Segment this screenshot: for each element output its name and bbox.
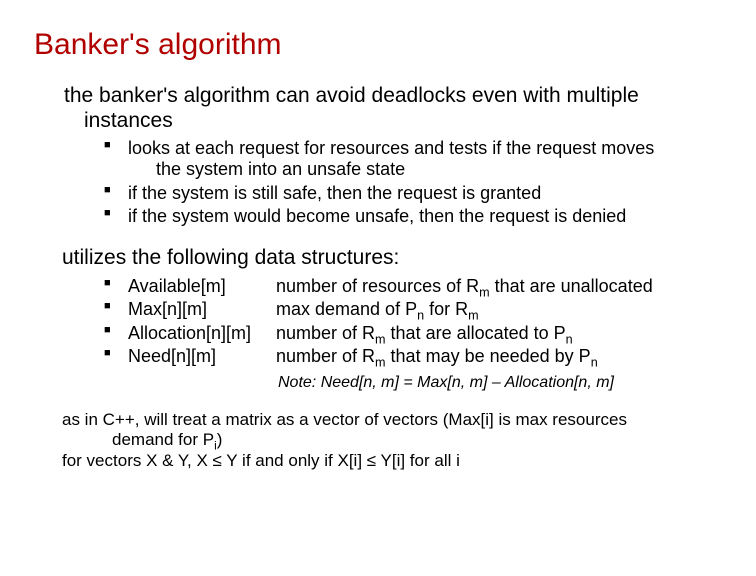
text: ): [217, 430, 223, 449]
ds-item-available: Available[m] number of resources of Rm t…: [104, 275, 722, 298]
subscript: m: [468, 309, 479, 323]
text: if the system is still safe, then the re…: [128, 183, 541, 203]
text: the system into an unsafe state: [128, 159, 722, 181]
ds-name: Need[n][m]: [128, 345, 276, 368]
text: demand for P: [112, 430, 214, 449]
text: the banker's algorithm can avoid deadloc…: [64, 84, 639, 107]
bullet-item: if the system would become unsafe, then …: [104, 206, 722, 228]
text: number of R: [276, 346, 375, 366]
text: that are allocated to P: [386, 323, 566, 343]
footer-line: as in C++, will treat a matrix as a vect…: [62, 410, 722, 451]
text: instances: [64, 109, 722, 134]
subscript: m: [375, 332, 386, 346]
slide-title: Banker's algorithm: [34, 28, 722, 62]
note-line: Note: Need[n, m] = Max[n, m] – Allocatio…: [278, 374, 722, 392]
data-structures-list: Available[m] number of resources of Rm t…: [104, 275, 722, 368]
footer-notes: as in C++, will treat a matrix as a vect…: [62, 410, 722, 472]
ds-name: Max[n][m]: [128, 298, 276, 321]
ds-name: Available[m]: [128, 275, 276, 298]
footer-line: for vectors X & Y, X ≤ Y if and only if …: [62, 451, 722, 472]
text: as in C++, will treat a matrix as a vect…: [62, 410, 627, 429]
text: that may be needed by P: [386, 346, 591, 366]
intro-paragraph: the banker's algorithm can avoid deadloc…: [64, 84, 722, 134]
text: looks at each request for resources and …: [128, 138, 654, 158]
bullet-item: if the system is still safe, then the re…: [104, 183, 722, 205]
utilizes-paragraph: utilizes the following data structures:: [62, 246, 722, 271]
slide: Banker's algorithm the banker's algorith…: [0, 0, 756, 576]
intro-bullets: looks at each request for resources and …: [104, 138, 722, 228]
ds-desc: number of Rm that are allocated to Pn: [276, 322, 722, 345]
text: max demand of P: [276, 299, 417, 319]
subscript: m: [375, 356, 386, 370]
bullet-item: looks at each request for resources and …: [104, 138, 722, 181]
text: demand for Pi): [62, 430, 722, 451]
text: number of resources of R: [276, 276, 479, 296]
text: if the system would become unsafe, then …: [128, 206, 626, 226]
ds-desc: number of Rm that may be needed by Pn: [276, 345, 722, 368]
ds-item-need: Need[n][m] number of Rm that may be need…: [104, 345, 722, 368]
subscript: n: [591, 356, 598, 370]
ds-desc: number of resources of Rm that are unall…: [276, 275, 722, 298]
subscript: n: [566, 332, 573, 346]
text: for R: [424, 299, 468, 319]
ds-desc: max demand of Pn for Rm: [276, 298, 722, 321]
subscript: m: [479, 285, 490, 299]
ds-name: Allocation[n][m]: [128, 322, 276, 345]
ds-item-allocation: Allocation[n][m] number of Rm that are a…: [104, 322, 722, 345]
ds-item-max: Max[n][m] max demand of Pn for Rm: [104, 298, 722, 321]
text: that are unallocated: [490, 276, 653, 296]
text: number of R: [276, 323, 375, 343]
